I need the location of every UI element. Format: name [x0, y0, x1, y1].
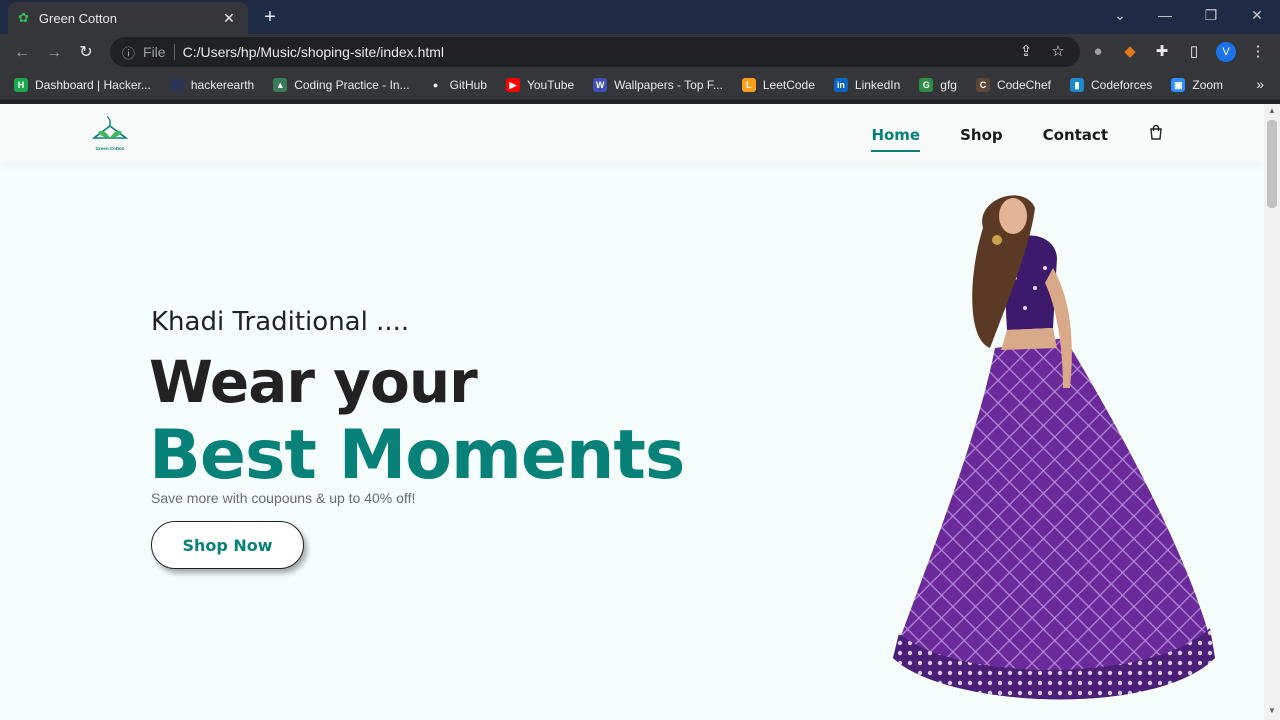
web-page: Green Cotton Home Shop Contact Khadi Tra…: [0, 104, 1264, 720]
bookmark-star-icon[interactable]: ☆: [1048, 42, 1068, 62]
zoom-icon: ▣: [1171, 77, 1186, 92]
minimize-icon[interactable]: —: [1143, 0, 1187, 32]
bookmark-item[interactable]: H Dashboard | Hacker...: [14, 77, 151, 92]
leaf-favicon-icon: ✿: [18, 10, 29, 25]
site-logo[interactable]: Green Cotton: [88, 113, 132, 156]
bookmark-label: LinkedIn: [854, 77, 901, 92]
mountain-icon: ▲: [273, 77, 288, 92]
url-text[interactable]: C:/Users/hp/Music/shoping-site/index.htm…: [183, 44, 444, 60]
bookmark-label: GitHub: [449, 77, 487, 92]
bookmark-item[interactable]: C CodeChef: [975, 77, 1051, 92]
browser-chrome: ✿ Green Cotton ✕ + ⌄ — ❐ ✕ ← → ↻ ⓘ File …: [0, 0, 1280, 104]
new-tab-button[interactable]: +: [258, 6, 282, 28]
scroll-down-icon[interactable]: ▼: [1266, 706, 1278, 716]
bookmark-label: YouTube: [526, 77, 575, 92]
hackerrank-icon: H: [14, 77, 28, 92]
bookmark-label: Wallpapers - Top F...: [614, 77, 723, 92]
codechef-icon: C: [975, 77, 990, 92]
bookmark-label: Dashboard | Hacker...: [35, 77, 151, 92]
restore-icon[interactable]: ❐: [1189, 0, 1233, 32]
logo-text: Green Cotton: [95, 146, 125, 151]
bookmark-label: Codeforces: [1091, 77, 1153, 92]
bookmarks-bar: H Dashboard | Hacker... hackerearth ▲ Coding…: [0, 70, 1280, 100]
bookmark-item[interactable]: ▲ Coding Practice - In...: [273, 77, 410, 92]
tab-title: Green Cotton: [38, 10, 117, 26]
youtube-icon: ▶: [505, 77, 520, 92]
hero-promo-text: Save more with coupouns & up to 40% off!: [151, 490, 416, 506]
bookmark-label: gfg: [940, 77, 957, 92]
codeforces-icon: ▮: [1070, 77, 1084, 92]
profile-avatar[interactable]: V: [1216, 42, 1236, 62]
scroll-up-icon[interactable]: ▲: [1266, 106, 1278, 116]
gfg-icon: G: [919, 77, 934, 92]
tab-strip: ✿ Green Cotton ✕ + ⌄ — ❐ ✕: [0, 0, 1280, 34]
tab-green-cotton[interactable]: ✿ Green Cotton ✕: [8, 2, 248, 34]
close-window-icon[interactable]: ✕: [1235, 0, 1279, 32]
github-icon: ●: [432, 79, 439, 90]
bookmark-label: hackerearth: [190, 77, 255, 92]
share-icon[interactable]: ⇪: [1016, 42, 1036, 62]
site-header: Green Cotton Home Shop Contact: [0, 104, 1264, 162]
extension-a-icon[interactable]: ●: [1088, 42, 1108, 62]
back-icon[interactable]: ←: [11, 42, 33, 64]
hero-title-line2: Best Moments: [149, 416, 685, 495]
hero-title-line1: Wear your: [149, 348, 478, 416]
url-scheme-label: File: [143, 44, 175, 60]
forward-icon[interactable]: →: [43, 42, 65, 64]
close-tab-icon[interactable]: ✕: [220, 10, 238, 27]
metamask-icon[interactable]: ◆: [1120, 42, 1140, 62]
bookmark-label: CodeChef: [996, 77, 1051, 92]
bookmark-item[interactable]: ▮ Codeforces: [1070, 77, 1153, 92]
bookmark-item[interactable]: L LeetCode: [741, 77, 815, 92]
nav-shop[interactable]: Shop: [960, 126, 1003, 144]
bookmark-item[interactable]: ▣ Zoom: [1171, 77, 1224, 92]
bookmark-item[interactable]: W Wallpapers - Top F...: [593, 77, 723, 92]
reload-icon[interactable]: ↻: [75, 42, 97, 64]
wallpapers-icon: W: [593, 77, 608, 92]
menu-kebab-icon[interactable]: ⋮: [1248, 42, 1268, 62]
nav-contact[interactable]: Contact: [1043, 126, 1108, 144]
address-bar[interactable]: ⓘ File C:/Users/hp/Music/shoping-site/in…: [110, 37, 1080, 67]
nav-home[interactable]: Home: [871, 126, 920, 152]
bookmark-item[interactable]: ● GitHub: [429, 78, 487, 92]
bookmark-item[interactable]: Ggfg: [919, 77, 957, 92]
extensions-puzzle-icon[interactable]: ✚: [1152, 42, 1172, 62]
bookmark-item[interactable]: hackerearth: [169, 77, 255, 92]
bookmark-label: LeetCode: [762, 77, 815, 92]
hanger-leaf-icon: [91, 113, 129, 139]
side-panel-icon[interactable]: ▯: [1184, 42, 1204, 62]
main-nav: Home Shop Contact: [871, 124, 1164, 152]
tab-search-icon[interactable]: ⌄: [1098, 0, 1142, 32]
bookmarks-overflow-icon[interactable]: »: [1256, 76, 1264, 92]
linkedin-icon: in: [833, 77, 848, 92]
bookmark-label: Zoom: [1192, 77, 1224, 92]
bookmark-label: Coding Practice - In...: [294, 77, 410, 92]
hero-subtitle: Khadi Traditional ....: [151, 307, 410, 337]
shop-now-button[interactable]: Shop Now: [151, 521, 304, 569]
hero-model-image: [893, 195, 1215, 700]
bookmark-item[interactable]: in LinkedIn: [833, 77, 901, 92]
bookmark-item[interactable]: ▶ YouTube: [505, 77, 575, 92]
shopping-bag-icon[interactable]: [1148, 124, 1164, 145]
leetcode-icon: L: [741, 77, 756, 92]
hackerearth-icon: [169, 77, 184, 92]
site-info-icon[interactable]: ⓘ: [122, 43, 135, 62]
scroll-thumb[interactable]: [1267, 120, 1277, 208]
